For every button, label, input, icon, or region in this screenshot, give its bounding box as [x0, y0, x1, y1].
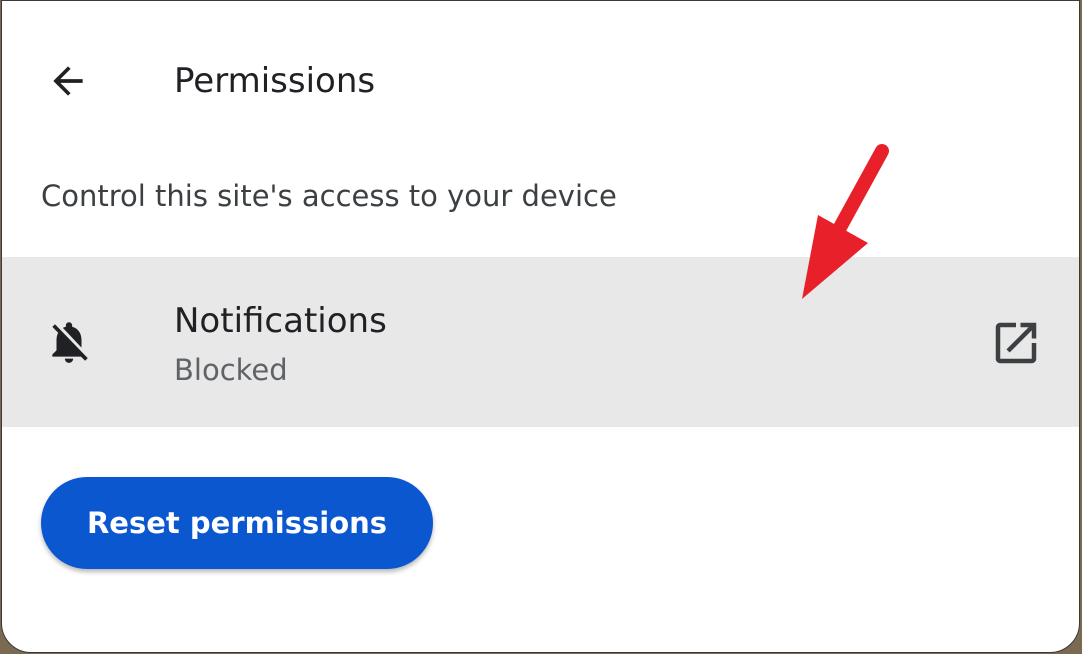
permission-status: Blocked [174, 353, 288, 387]
open-in-new-icon [995, 322, 1037, 364]
page-description: Control this site's access to your devic… [41, 179, 617, 213]
permission-row-notifications[interactable]: Notifications Blocked [2, 257, 1079, 427]
open-settings-button[interactable] [988, 315, 1044, 371]
reset-permissions-button[interactable]: Reset permissions [41, 477, 433, 569]
notifications-off-icon [44, 317, 94, 367]
permission-label: Notifications [174, 301, 387, 341]
arrow-back-icon [53, 66, 83, 96]
back-button[interactable] [38, 51, 98, 111]
permissions-sheet: Permissions Control this site's access t… [1, 0, 1080, 653]
header: Permissions [2, 1, 1079, 161]
page-title: Permissions [174, 61, 376, 101]
